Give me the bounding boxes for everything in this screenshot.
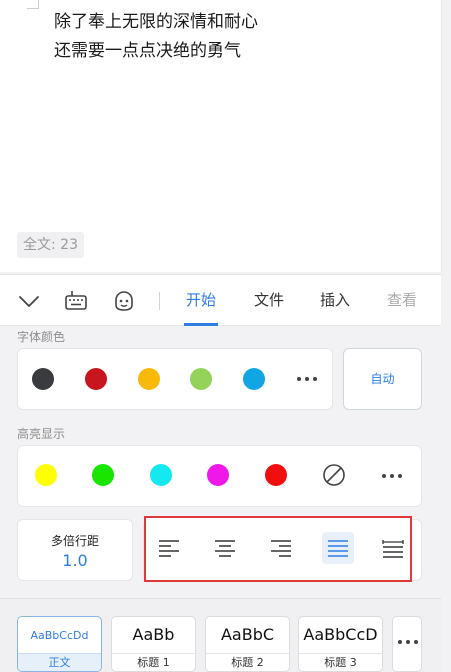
style-normal-button[interactable]: AaBbCcDd 正文 bbox=[17, 616, 102, 672]
toolbar-divider bbox=[159, 292, 160, 310]
document-line-2[interactable]: 还需要一点点决绝的勇气 bbox=[54, 41, 241, 61]
line-spacing-label: 多倍行距 bbox=[50, 534, 99, 548]
tab-start[interactable]: 开始 bbox=[186, 290, 216, 310]
style-heading-3-button[interactable]: AaBbCcD 标题 3 bbox=[298, 616, 383, 672]
style-sample: AaBbCcD bbox=[303, 625, 378, 644]
styles-more-icon bbox=[396, 640, 420, 646]
no-highlight-icon[interactable] bbox=[322, 463, 346, 487]
highlight-more-icon[interactable] bbox=[380, 474, 404, 480]
font-color-more-icon[interactable] bbox=[295, 377, 319, 383]
panel-edge-strip bbox=[441, 272, 451, 672]
active-tab-underline bbox=[184, 323, 218, 326]
styles-more-button[interactable] bbox=[392, 616, 422, 672]
font-color-card bbox=[17, 348, 333, 410]
font-color-swatch-red[interactable] bbox=[85, 368, 107, 390]
highlight-label: 高亮显示 bbox=[17, 427, 66, 441]
font-color-label: 字体颜色 bbox=[17, 330, 66, 344]
style-heading-1-button[interactable]: AaBb 标题 1 bbox=[111, 616, 196, 672]
style-caption: 标题 2 bbox=[206, 653, 289, 671]
highlight-swatch-cyan[interactable] bbox=[150, 464, 172, 486]
align-distributed-icon bbox=[382, 540, 404, 558]
align-left-button[interactable] bbox=[153, 532, 185, 564]
highlight-swatch-yellow[interactable] bbox=[35, 464, 57, 486]
document-line-1[interactable]: 除了奉上无限的深情和耐心 bbox=[54, 12, 258, 32]
style-caption: 正文 bbox=[18, 653, 101, 671]
doc-edge-strip bbox=[441, 0, 451, 272]
font-color-swatch-dark[interactable] bbox=[32, 368, 54, 390]
align-right-icon bbox=[271, 540, 291, 557]
align-distributed-button[interactable] bbox=[377, 532, 409, 564]
word-count-badge: 全文: 23 bbox=[17, 232, 84, 258]
chevron-down-icon[interactable] bbox=[16, 288, 42, 314]
emoji-icon[interactable] bbox=[111, 288, 137, 314]
align-justify-button[interactable] bbox=[322, 532, 354, 564]
font-color-swatch-blue[interactable] bbox=[243, 368, 265, 390]
font-color-swatch-green[interactable] bbox=[190, 368, 212, 390]
line-spacing-button[interactable]: 多倍行距 1.0 bbox=[17, 519, 133, 581]
align-justify-icon bbox=[328, 540, 348, 557]
align-center-button[interactable] bbox=[209, 532, 241, 564]
style-caption: 标题 1 bbox=[112, 653, 195, 671]
font-color-auto-button[interactable]: 自动 bbox=[343, 348, 422, 410]
style-heading-2-button[interactable]: AaBbC 标题 2 bbox=[205, 616, 290, 672]
style-sample: AaBb bbox=[132, 625, 175, 644]
tab-view[interactable]: 查看 bbox=[387, 290, 417, 310]
highlight-swatch-magenta[interactable] bbox=[207, 464, 229, 486]
tab-insert[interactable]: 插入 bbox=[320, 290, 350, 310]
line-spacing-value: 1.0 bbox=[62, 551, 88, 570]
align-left-icon bbox=[159, 540, 179, 557]
style-sample: AaBbC bbox=[220, 625, 275, 644]
style-caption: 标题 3 bbox=[299, 653, 382, 671]
paragraph-marker bbox=[27, 0, 39, 9]
document-canvas[interactable]: 除了奉上无限的深情和耐心 还需要一点点决绝的勇气 全文: 23 bbox=[0, 0, 441, 272]
style-sample: AaBbCcDd bbox=[30, 629, 89, 642]
tab-file[interactable]: 文件 bbox=[254, 290, 284, 310]
highlight-swatch-green[interactable] bbox=[92, 464, 114, 486]
keyboard-icon[interactable] bbox=[63, 288, 89, 314]
editor-toolbar: 开始 文件 插入 查看 bbox=[0, 274, 441, 326]
align-right-button[interactable] bbox=[265, 532, 297, 564]
highlight-swatch-red[interactable] bbox=[265, 464, 287, 486]
font-color-swatch-yellow[interactable] bbox=[138, 368, 160, 390]
align-center-icon bbox=[215, 540, 235, 557]
